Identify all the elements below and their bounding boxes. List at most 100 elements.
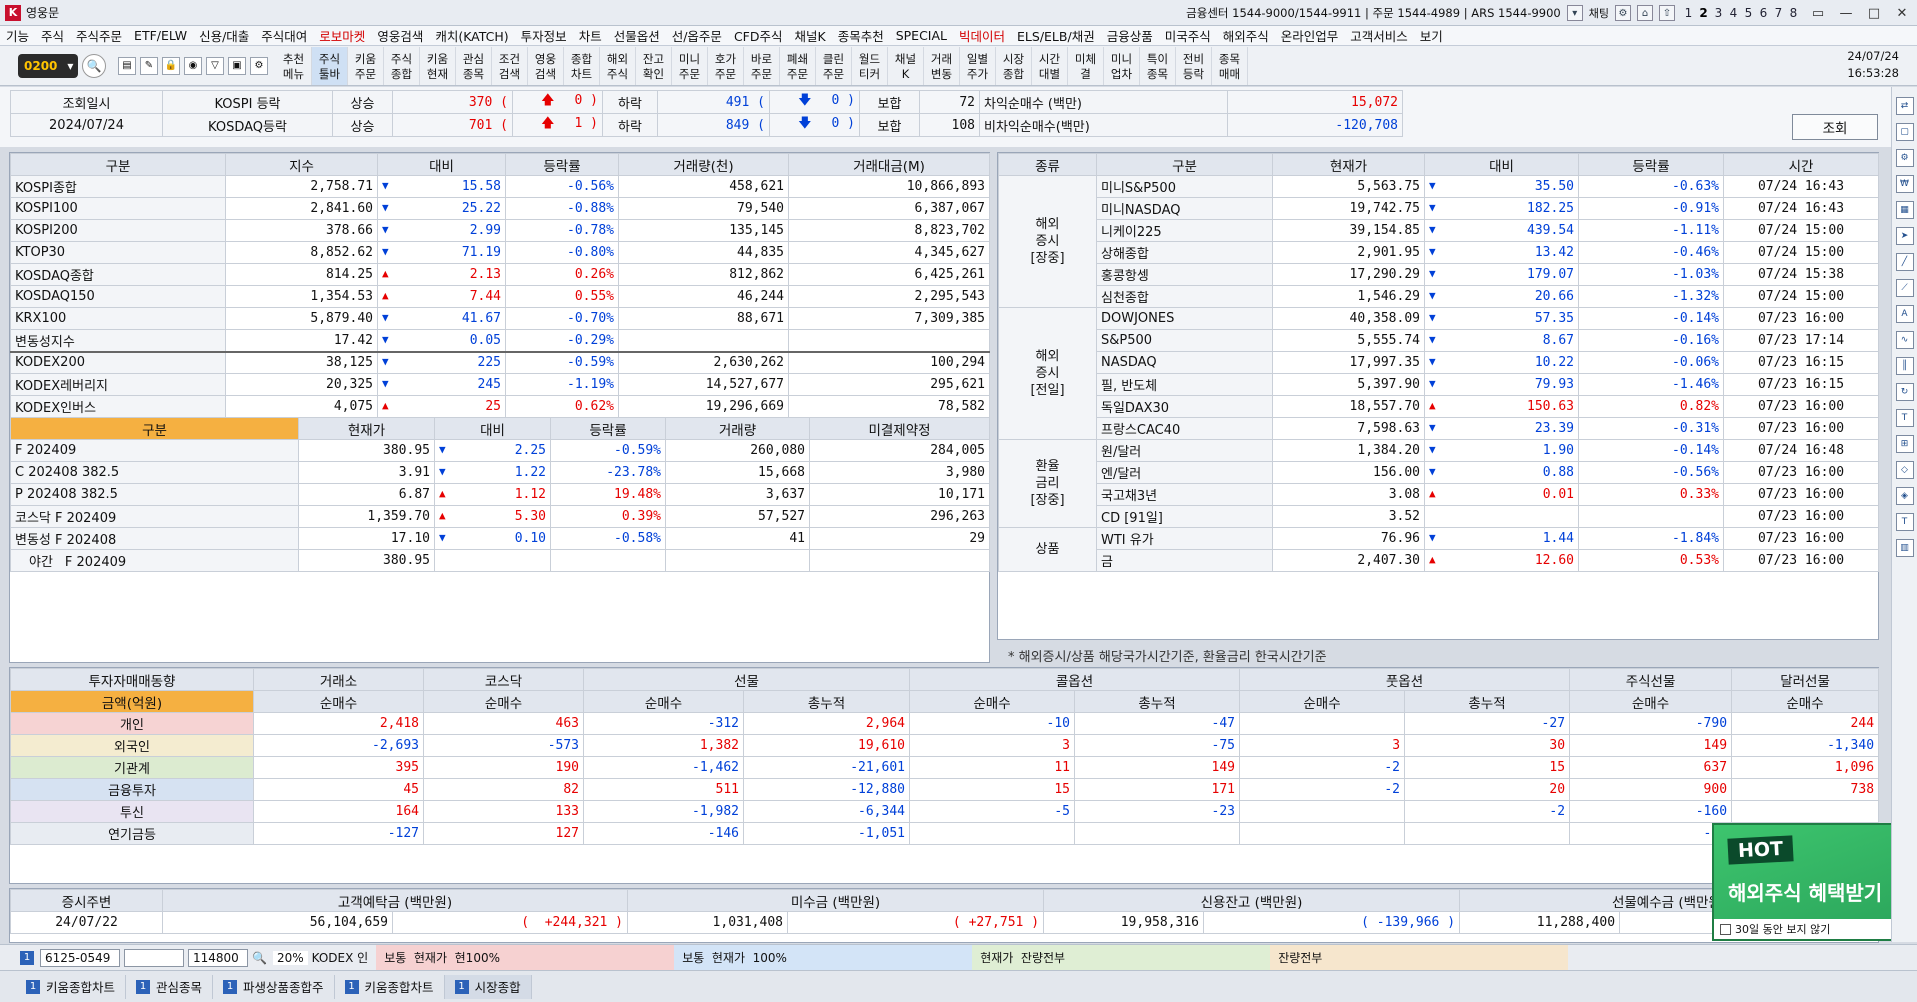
table-row[interactable]: 코스닥 F 202409 1,359.70 ▲ 5.30 0.39% 57,527 296,… [10, 505, 990, 528]
transfer-icon[interactable]: ⇄ [1895, 97, 1914, 115]
menu-item[interactable]: 캐치(KATCH) [429, 26, 514, 45]
all-erase-icon[interactable]: ◈ [1895, 487, 1914, 505]
menu-item[interactable]: 주식주문 [70, 26, 128, 45]
page-4[interactable]: 4 [1726, 6, 1741, 20]
table-row[interactable]: 심천종합 1,546.29 ▼ 20.66 -1.32% 07/24 15:00 [999, 285, 1879, 308]
menu-item[interactable]: 기능 [0, 26, 35, 45]
stock-code-input[interactable]: 114800 [188, 948, 248, 967]
table-row[interactable]: 상해종합 2,901.95 ▼ 13.42 -0.46% 07/24 15:00 [999, 241, 1879, 264]
table-row[interactable]: KRX100 5,879.40 ▼ 41.67 -0.70% 88,671 7,309,38… [10, 307, 990, 330]
menu-item[interactable]: 로보마켓 [313, 26, 371, 45]
page-2[interactable]: 2 [1696, 6, 1711, 20]
layout-icon[interactable]: ▥ [1895, 539, 1914, 557]
menu-item[interactable]: 고객서비스 [1344, 26, 1414, 45]
text-tool-icon[interactable]: T [1895, 409, 1914, 427]
toolbar-menu-item[interactable]: 주식 종합 [384, 46, 420, 85]
table-row[interactable]: KOSDAQ150 1,354.53 ▲ 7.44 0.55% 46,244 2,295,5… [10, 285, 990, 308]
table-row[interactable]: 개인 2,418 463 -312 2,964 -10 -47 -27 -790 244 [10, 712, 1880, 735]
checkbox[interactable] [1720, 923, 1731, 935]
screen-tab[interactable]: 1 키움종합차트 [16, 974, 127, 999]
query-button[interactable]: 조회 [1792, 114, 1878, 140]
page-6[interactable]: 6 [1756, 6, 1771, 20]
sell-setting[interactable]: 보통 현재가 현100% [376, 945, 675, 970]
chart-icon[interactable]: ▦ [1895, 201, 1914, 219]
refresh-icon[interactable]: ↻ [1895, 383, 1914, 401]
toolbar-menu-item[interactable]: 월드 티커 [852, 46, 888, 85]
home-icon[interactable]: ⌂ [1637, 5, 1653, 21]
table-row[interactable]: 금 2,407.30 ▲ 12.60 0.53% 07/23 16:00 [999, 549, 1879, 572]
table-row[interactable]: 국고채3년 3.08 ▲ 0.01 0.33% 07/23 16:00 [999, 483, 1879, 506]
table-row[interactable]: P 202408 382.5 6.87 ▲ 1.12 19.48% 3,637 10,171 [10, 483, 990, 506]
table-row[interactable]: 변동성 F 202408 17.10 ▼ 0.10 -0.58% 41 29 [10, 527, 990, 550]
toolbar-menu-item[interactable]: 미니 업차 [1104, 46, 1140, 85]
screen-tab[interactable]: 1 시장종합 [444, 974, 532, 999]
cancel-setting[interactable]: 잔량전부 [1270, 945, 1569, 970]
camera-icon[interactable]: ◉ [184, 56, 202, 75]
table-row[interactable]: 해외 증시 [장중] 미니S&P500 5,563.75 ▼ 35.50 -0.63% 07… [998, 175, 1879, 308]
settings-icon[interactable]: ⚙ [1895, 149, 1914, 167]
toolbar-menu-item[interactable]: 종합 차트 [564, 46, 600, 85]
order-icon[interactable]: ₩ [1895, 175, 1914, 193]
toolbar-menu-item[interactable]: 전비 등락 [1176, 46, 1212, 85]
toolbar-menu-item[interactable]: 영웅 검색 [528, 46, 564, 85]
maximize-icon[interactable]: □ [1863, 6, 1885, 21]
text-icon[interactable]: T [1895, 513, 1914, 531]
eraser-icon[interactable]: ◇ [1895, 461, 1914, 479]
toolbar-menu-item[interactable]: 주식 툴바 [312, 46, 348, 85]
menu-item[interactable]: 선물옵션 [608, 26, 666, 45]
table-row[interactable]: 니케이225 39,154.85 ▼ 439.54 -1.11% 07/24 15:00 [999, 219, 1879, 242]
toolbar-menu-item[interactable]: 미니 주문 [672, 46, 708, 85]
table-row[interactable]: KODEX인버스 4,075 ▲ 25 0.62% 19,296,669 78,582 [10, 395, 990, 418]
table-row[interactable]: C 202408 382.5 3.91 ▼ 1.22 -23.78% 15,668 3,98… [10, 461, 990, 484]
settings-icon[interactable]: ⚙ [1615, 5, 1631, 21]
table-row[interactable]: 미니NASDAQ 19,742.75 ▼ 182.25 -0.91% 07/24 16:4… [999, 197, 1879, 220]
table-row[interactable]: 해외 증시 [전일] DOWJONES 40,358.09 ▼ 57.35 -0.14% 0… [998, 307, 1879, 440]
window-icon[interactable]: ▢ [1895, 123, 1914, 141]
table-row[interactable]: KODEX200 38,125 ▼ 225 -0.59% 2,630,262 100,294 [10, 351, 990, 374]
table-row[interactable]: 필, 반도체 5,397.90 ▼ 79.93 -1.46% 07/23 16:15 [999, 373, 1879, 396]
table-row[interactable]: 홍콩항셍 17,290.29 ▼ 179.07 -1.03% 07/24 15:38 [999, 263, 1879, 286]
table-row[interactable]: 외국인 -2,693 -573 1,382 19,610 3 -75 3 30 149 -1,340 [10, 734, 1880, 757]
toolbar-menu-item[interactable]: 미체 결 [1068, 46, 1104, 85]
toolbar-menu-item[interactable]: 클린 주문 [816, 46, 852, 85]
toolbar-menu-item[interactable]: 채널 K [888, 46, 924, 85]
screen-page-selector[interactable]: 12345678 [1681, 6, 1801, 20]
table-row[interactable]: 변동성지수 17.42 ▼ 0.05 -0.29% [10, 329, 990, 352]
table-row[interactable]: 프랑스CAC40 7,598.63 ▼ 23.39 -0.31% 07/23 16:00 [999, 417, 1879, 440]
cursor-icon[interactable]: ➤ [1895, 227, 1914, 245]
page-5[interactable]: 5 [1741, 6, 1756, 20]
menu-item[interactable]: 선/옵주문 [666, 26, 728, 45]
zoom-icon[interactable]: ⊞ [1895, 435, 1914, 453]
table-row[interactable]: NASDAQ 17,997.35 ▼ 10.22 -0.06% 07/23 16:15 [999, 351, 1879, 374]
promo-banner[interactable]: HOT 해외주식 혜택받기 ✕ 30일 동안 보지 않기 [1712, 823, 1916, 941]
table-row[interactable]: 엔/달러 156.00 ▼ 0.88 -0.56% 07/23 16:00 [999, 461, 1879, 484]
table-row[interactable]: 상품 WTI 유가 76.96 ▼ 1.44 -1.84% 07/23 16:00 [998, 527, 1879, 572]
table-row[interactable]: 환율 금리 [장중] 원/달러 1,384.20 ▼ 1.90 -0.14% 07/24 1… [998, 439, 1879, 528]
toolbar-menu-item[interactable]: 폐쇄 주문 [780, 46, 816, 85]
screen-tab[interactable]: 1 파생상품종합주 [213, 974, 335, 999]
table-row[interactable]: KOSPI100 2,841.60 ▼ 25.22 -0.88% 79,540 6,387,… [10, 197, 990, 220]
menu-item[interactable]: CFD주식 [728, 26, 789, 45]
search-icon[interactable]: 🔍 [82, 53, 106, 78]
page-3[interactable]: 3 [1711, 6, 1726, 20]
table-row[interactable]: 독일DAX30 18,557.70 ▲ 150.63 0.82% 07/23 16:00 [999, 395, 1879, 418]
table-row[interactable]: KOSPI200 378.66 ▼ 2.99 -0.78% 135,145 8,823,70… [10, 219, 990, 242]
menu-item[interactable]: 보기 [1414, 26, 1449, 45]
lock-icon[interactable]: 🔒 [162, 56, 180, 75]
hide-30days-option[interactable]: 30일 동안 보지 않기 [1714, 919, 1914, 939]
menu-item[interactable]: 채널K [788, 26, 831, 45]
menu-item[interactable]: 투자정보 [515, 26, 573, 45]
menu-item[interactable]: ETF/ELW [128, 28, 193, 43]
toolbar-menu-item[interactable]: 호가 주문 [708, 46, 744, 85]
candle-icon[interactable]: ║ [1895, 357, 1914, 375]
toolbar-menu-item[interactable]: 시장 종합 [996, 46, 1032, 85]
toolbar-menu-item[interactable]: 잔고 확인 [636, 46, 672, 85]
auto-icon[interactable]: A [1895, 305, 1914, 323]
buy-setting[interactable]: 보통 현재가 100% [674, 945, 973, 970]
screen-tab[interactable]: 1 키움종합차트 [335, 974, 445, 999]
gear-icon[interactable]: ⚙ [250, 56, 268, 75]
toolbar-menu-item[interactable]: 키움 주문 [348, 46, 384, 85]
pen-icon[interactable]: ✎ [140, 56, 158, 75]
table-row[interactable]: 금융투자 45 82 511 -12,880 15 171 -2 20 900 738 [10, 778, 1880, 801]
toolbar-menu-item[interactable]: 해외 주식 [600, 46, 636, 85]
